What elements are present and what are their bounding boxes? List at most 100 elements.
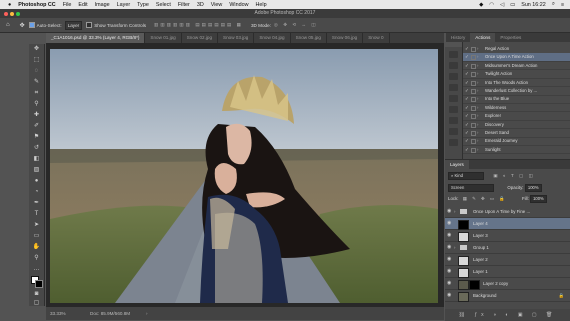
check-icon[interactable]: ✓ — [465, 121, 469, 129]
move-tool-icon[interactable]: ✥ — [20, 22, 25, 29]
tab-snow-06[interactable]: Snow 06.jpg — [327, 33, 364, 43]
expand-arrow-icon[interactable]: › — [477, 45, 478, 53]
check-icon[interactable]: ✓ — [465, 95, 469, 103]
paragraph-panel-icon[interactable] — [449, 117, 458, 124]
tab-document-active[interactable]: _C1A1016.psd @ 33.3% (Layer 4, RGB/8*) — [46, 33, 146, 43]
action-item[interactable]: ✓ › Desert Sand — [463, 129, 570, 138]
expand-arrow-icon[interactable]: › — [477, 53, 478, 61]
blend-mode-dropdown[interactable]: Screen — [448, 184, 494, 192]
tab-snow-01[interactable]: Snow 01.jpg — [145, 33, 182, 43]
hand-tool-icon[interactable]: ✋ — [32, 243, 41, 251]
minimize-window-button[interactable] — [10, 11, 14, 16]
check-icon[interactable]: ✓ — [465, 70, 469, 78]
expand-arrow-icon[interactable]: › — [477, 129, 478, 137]
quick-mask-icon[interactable]: ◙ — [32, 290, 41, 298]
expand-arrow-icon[interactable]: › — [477, 95, 478, 103]
tab-snow-04[interactable]: Snow 04.jpg — [254, 33, 291, 43]
action-item[interactable]: ✓ › Wanderlust Collection by ... — [463, 87, 570, 96]
check-icon[interactable]: ✓ — [465, 45, 469, 53]
action-item[interactable]: ✓ › Wilderness — [463, 104, 570, 113]
tab-snow-02[interactable]: Snow 02.jpg — [182, 33, 219, 43]
layer-row[interactable]: ◉ › Once Upon A Time by Fine ... — [445, 206, 570, 218]
quick-select-icon[interactable]: ✎ — [32, 78, 41, 86]
action-item[interactable]: ✓ › Into the Blue — [463, 95, 570, 104]
dialog-toggle-icon[interactable] — [471, 105, 476, 111]
kind-filter-dropdown[interactable]: ⌕ Kind — [448, 172, 484, 180]
expand-arrow-icon[interactable]: › — [477, 146, 478, 154]
healing-brush-icon[interactable]: ✚ — [32, 111, 41, 119]
dialog-toggle-icon[interactable] — [471, 147, 476, 153]
menu-select[interactable]: Select — [156, 2, 171, 8]
brush-tool-icon[interactable]: ✐ — [32, 122, 41, 130]
dialog-toggle-icon[interactable] — [471, 55, 476, 61]
visibility-eye-icon[interactable]: ◉ — [447, 232, 451, 238]
action-item[interactable]: ✓ › Twilight Action — [463, 70, 570, 79]
rectangle-tool-icon[interactable]: ▭ — [32, 232, 41, 240]
dialog-toggle-icon[interactable] — [471, 80, 476, 86]
adjustments-panel-icon[interactable] — [449, 95, 458, 102]
home-icon[interactable]: ⌂ — [6, 22, 10, 28]
check-icon[interactable]: ✓ — [465, 79, 469, 87]
eraser-icon[interactable]: ◧ — [32, 155, 41, 163]
wifi-icon[interactable]: ◠ — [489, 2, 494, 8]
color-panel-icon[interactable] — [449, 62, 458, 69]
menu-filter[interactable]: Filter — [178, 2, 190, 8]
check-icon[interactable]: ✓ — [465, 137, 469, 145]
action-item[interactable]: ✓ › Discovery — [463, 121, 570, 130]
expand-arrow-icon[interactable]: › — [454, 206, 455, 217]
layer-mask-thumbnail[interactable] — [469, 279, 480, 290]
lasso-tool-icon[interactable]: ◌ — [32, 67, 41, 75]
check-icon[interactable]: ✓ — [465, 62, 469, 70]
move-tool-icon[interactable]: ✥ — [32, 45, 41, 53]
check-icon[interactable]: ✓ — [465, 146, 469, 154]
pen-tool-icon[interactable]: ✒ — [32, 199, 41, 207]
dialog-toggle-icon[interactable] — [471, 131, 476, 136]
action-item[interactable]: ✓ › Once Upon A Time Action — [463, 53, 570, 62]
expand-arrow-icon[interactable]: › — [477, 112, 478, 120]
eyedropper-icon[interactable]: ⚲ — [32, 100, 41, 108]
filter-icons[interactable]: ▣ ◐ T ▢ ◫ — [493, 173, 535, 178]
layer-row[interactable]: ◉ Layer 2 — [445, 254, 570, 266]
tab-history[interactable]: History — [446, 33, 470, 42]
info-panel-icon[interactable] — [449, 139, 458, 146]
tab-layers[interactable]: Layers — [445, 160, 469, 169]
lock-icons[interactable]: ▦ ✎ ✥ ▭ 🔒 — [463, 196, 507, 201]
dodge-tool-icon[interactable]: ◔ — [32, 188, 41, 196]
document-canvas-photo[interactable] — [50, 49, 438, 303]
expand-arrow-icon[interactable]: › — [477, 62, 478, 70]
status-menu-arrow-icon[interactable]: › — [146, 307, 148, 320]
tab-properties[interactable]: Properties — [495, 33, 526, 42]
visibility-eye-icon[interactable]: ◉ — [447, 256, 451, 262]
dialog-toggle-icon[interactable] — [471, 139, 476, 145]
more-tools-icon[interactable]: … — [32, 265, 41, 273]
auto-select-dropdown[interactable]: Layer — [64, 20, 83, 30]
expand-arrow-icon[interactable]: › — [477, 137, 478, 145]
layer-row[interactable]: ◉ Background 🔒 — [445, 290, 570, 302]
background-color-swatch[interactable] — [35, 280, 43, 288]
character-panel-icon[interactable] — [449, 106, 458, 113]
visibility-eye-icon[interactable]: ◉ — [447, 280, 451, 286]
type-tool-icon[interactable]: T — [32, 210, 41, 218]
clone-stamp-icon[interactable]: ⚑ — [32, 133, 41, 141]
crop-tool-icon[interactable]: ⌗ — [32, 89, 41, 97]
menu-layer[interactable]: Layer — [117, 2, 131, 8]
dialog-toggle-icon[interactable] — [471, 97, 476, 103]
check-icon[interactable]: ✓ — [465, 104, 469, 112]
brush-panel-icon[interactable] — [449, 84, 458, 91]
menu-view[interactable]: View — [211, 2, 223, 8]
path-select-icon[interactable]: ➤ — [32, 221, 41, 229]
check-icon[interactable]: ✓ — [465, 129, 469, 137]
transform-controls-checkbox[interactable] — [86, 22, 93, 28]
menu-image[interactable]: Image — [95, 2, 110, 8]
zoom-tool-icon[interactable]: ⚲ — [32, 254, 41, 262]
layers-footer-icons[interactable]: ⛓ ƒx ◑ ◐ ▣ ▢ 🗑 — [445, 309, 570, 321]
menu-edit[interactable]: Edit — [78, 2, 87, 8]
tab-snow-more[interactable]: Snow 0 — [363, 33, 390, 43]
layer-row[interactable]: ◉ Layer 1 — [445, 266, 570, 278]
dropbox-icon[interactable]: ◆ — [479, 2, 483, 8]
action-item[interactable]: ✓ › Sunlight — [463, 146, 570, 155]
layer-row[interactable]: ◉ Layer 2 copy — [445, 278, 570, 290]
dialog-toggle-icon[interactable] — [471, 114, 476, 120]
check-icon[interactable]: ✓ — [465, 112, 469, 120]
menu-3d[interactable]: 3D — [197, 2, 204, 8]
